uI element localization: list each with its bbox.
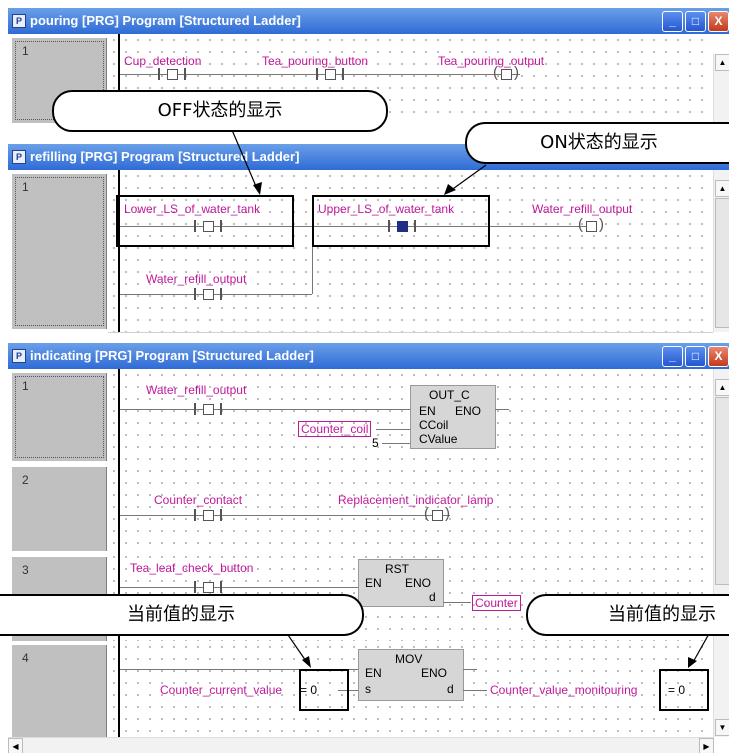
on-state-arrowhead [444,184,456,195]
on-state-callout: ON状态的显示 [465,122,729,164]
on-state-arrow [449,164,487,192]
current-value-right-callout: 当前值的显示 [526,594,729,636]
off-state-arrow [231,129,259,192]
off-state-callout: OFF状态的显示 [52,90,388,132]
current-value-right-arrow [691,631,711,665]
current-value-left-callout: 当前值的显示 [0,594,364,636]
